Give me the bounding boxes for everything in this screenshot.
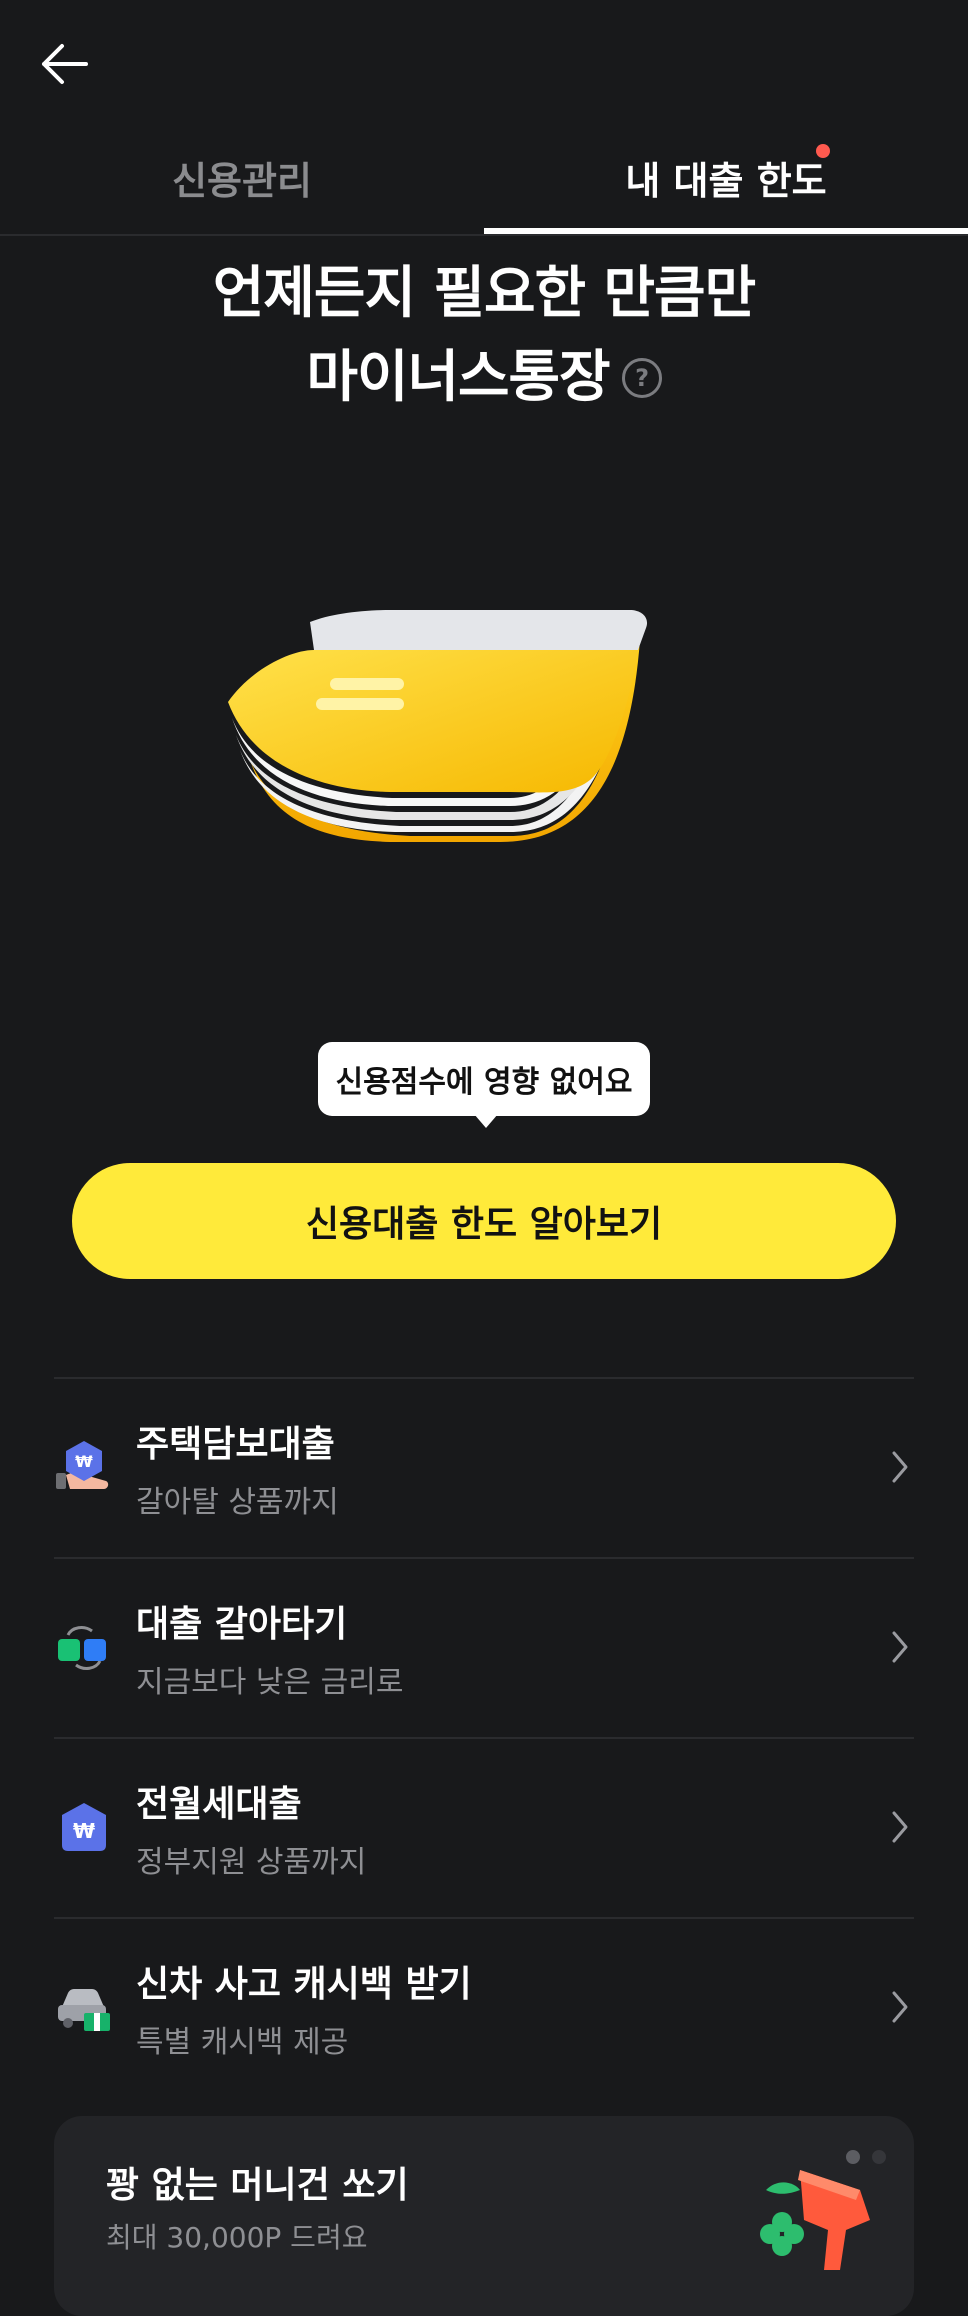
list-item-new-car-cashback[interactable]: 신차 사고 캐시백 받기 특별 캐시백 제공 — [54, 1919, 914, 2097]
hero-title-line2-wrap: 마이너스통장? — [0, 336, 968, 420]
chevron-right-icon — [892, 1811, 908, 1843]
list-item-loan-refinance[interactable]: 대출 갈아타기 지금보다 낮은 금리로 — [54, 1559, 914, 1737]
car-cashback-icon — [58, 1989, 110, 2031]
tab-bar: 신용관리 내 대출 한도 — [0, 120, 968, 236]
swap-loan-icon — [58, 1626, 106, 1670]
list-item-title: 주택담보대출 — [136, 1424, 335, 1465]
list-item-mortgage[interactable]: ₩ 주택담보대출 갈아탈 상품까지 — [54, 1379, 914, 1557]
passbook-illustration — [228, 610, 648, 842]
credit-score-tooltip: 신용점수에 영향 없어요 — [318, 1042, 650, 1116]
promo-title: 꽝 없는 머니건 쏘기 — [106, 2165, 409, 2206]
svg-text:₩: ₩ — [73, 1819, 95, 1843]
svg-text:₩: ₩ — [75, 1452, 93, 1471]
tab-credit-management[interactable]: 신용관리 — [0, 120, 484, 234]
active-tab-indicator — [484, 228, 968, 234]
hero-title-line1: 언제든지 필요한 만큼만 — [212, 261, 756, 326]
list-item-title: 신차 사고 캐시백 받기 — [136, 1964, 472, 2005]
list-item-subtitle: 갈아탈 상품까지 — [136, 1485, 339, 1520]
chevron-right-icon — [892, 1991, 908, 2023]
tooltip-arrow — [474, 1114, 498, 1128]
help-icon[interactable]: ? — [621, 357, 662, 398]
list-item-subtitle: 지금보다 낮은 금리로 — [136, 1665, 404, 1700]
back-button[interactable] — [28, 28, 100, 100]
chevron-right-icon — [892, 1451, 908, 1483]
list-item-title: 전월세대출 — [136, 1784, 302, 1825]
list-item-subtitle: 정부지원 상품까지 — [136, 1845, 367, 1880]
check-loan-limit-button[interactable]: 신용대출 한도 알아보기 — [72, 1163, 896, 1279]
tab-my-loan-limit[interactable]: 내 대출 한도 — [484, 120, 968, 234]
promo-card-money-gun[interactable]: 꽝 없는 머니건 쏘기 최대 30,000P 드려요 — [54, 2116, 914, 2316]
arrow-left-icon — [42, 44, 88, 84]
list-item-subtitle: 특별 캐시백 제공 — [136, 2025, 349, 2060]
hero-title-line2: 마이너스통장 — [306, 345, 610, 410]
chevron-right-icon — [892, 1631, 908, 1663]
list-item-title: 대출 갈아타기 — [136, 1604, 348, 1645]
house-loan-icon: ₩ — [56, 1441, 109, 1489]
promo-subtitle: 최대 30,000P 드려요 — [106, 2221, 368, 2254]
hero-title: 언제든지 필요한 만큼만 마이너스통장? — [0, 252, 968, 420]
notification-dot — [816, 144, 830, 158]
list-item-rent-loan[interactable]: ₩ 전월세대출 정부지원 상품까지 — [54, 1739, 914, 1917]
rent-loan-icon: ₩ — [62, 1803, 106, 1851]
